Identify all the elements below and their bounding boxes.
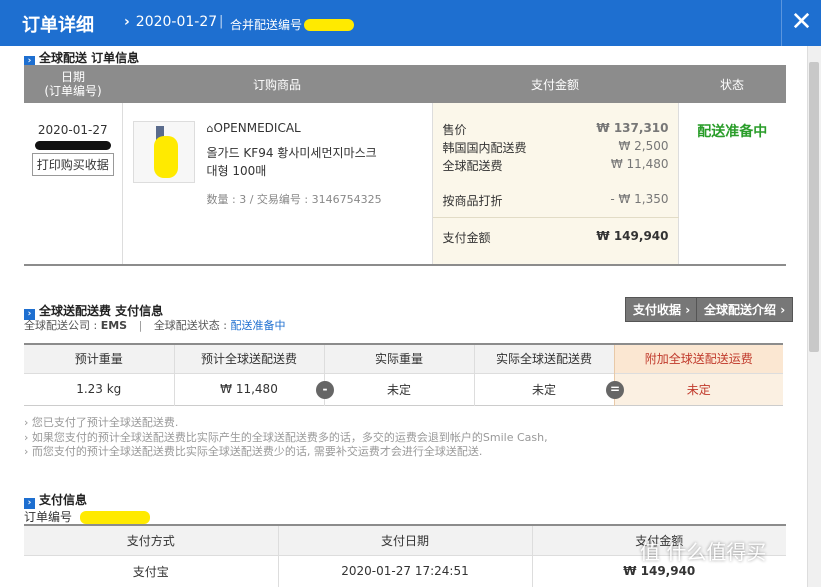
product-thumbnail[interactable] (132, 121, 195, 183)
order-table: 日期 (订单编号) 订购商品 支付金额 状态 2020-01-27 打印购买收据… (24, 65, 786, 266)
order-detail-content: › 全球配送 订单信息 日期 (订单编号) 订购商品 支付金额 状态 2020-0… (0, 46, 807, 587)
page-title: 订单详细 (22, 15, 94, 36)
watermark: 值 什么值得买 (640, 540, 767, 564)
header-date: 2020-01-27 (124, 14, 217, 30)
minus-icon: - (316, 381, 334, 399)
pay-method: 支付宝 (24, 555, 279, 587)
shipping-fee-table: 预计重量 预计全球送配送费 实际重量 实际全球送配送费 附加全球送配送运费 1.… (24, 343, 783, 406)
col-extra-fee: 附加全球送配送运费 (613, 344, 783, 373)
total-value: ₩ 149,940 (596, 229, 669, 243)
discount-value: - ₩ 1,350 (610, 192, 669, 206)
merge-number-label: 合并配送编号 (230, 16, 355, 33)
payment-order-number: 订单编号 (24, 508, 150, 525)
redaction-mark (34, 141, 111, 150)
global-shipping-label: 全球配送费 (442, 159, 503, 173)
shipping-status: 配送准备中 (230, 319, 286, 332)
equals-icon: = (606, 381, 624, 399)
shipping-company: EMS (100, 319, 128, 332)
total-divider (432, 217, 679, 218)
col-status: 状态 (719, 77, 744, 92)
actual-weight: 未定 (324, 373, 475, 405)
redaction-mark (79, 511, 150, 524)
header-divider: | (219, 14, 224, 29)
col-product: 订购商品 (252, 77, 301, 92)
actual-fee: 未定 (531, 382, 556, 397)
price-breakdown: 售价 ₩ 137,310 韩国国内配送费 ₩ 2,500 全球配送费 ₩ 11,… (443, 121, 669, 209)
discount-label: 按商品打折 (442, 194, 503, 208)
redaction-mark (153, 136, 178, 178)
col-est-fee: 预计全球送配送费 (174, 344, 325, 373)
est-weight: 1.23 kg (24, 373, 175, 405)
pay-date: 2020-01-27 17:24:51 (278, 555, 533, 587)
est-fee: ₩ 11,480 (174, 373, 325, 405)
payment-receipt-button[interactable]: 支付收据 › (625, 297, 699, 322)
extra-fee: 未定 (613, 373, 783, 405)
col-est-weight: 预计重量 (24, 344, 175, 373)
col-date: 日期 (订单编号) (44, 70, 102, 98)
scrollbar-thumb[interactable] (809, 62, 819, 352)
order-status: 配送准备中 (697, 124, 768, 140)
kr-shipping-label: 韩国国内配送费 (442, 141, 527, 155)
print-receipt-button[interactable]: 打印购买收据 (31, 153, 114, 176)
shipping-note: 而您支付的预计全球送配送费比实际全球送配送费少的话, 需要补交运费才会进行全球送… (24, 443, 483, 459)
col-amount: 支付金额 (530, 77, 579, 92)
product-meta: 数量 : 3 / 交易编号 : 3146754325 (206, 193, 382, 206)
price-label: 售价 (442, 123, 467, 137)
order-row: 2020-01-27 打印购买收据 ⌂OPENMEDICAL 올가드 KF94 … (24, 103, 786, 265)
total-row: 支付金额 ₩ 149,940 (443, 229, 669, 246)
redaction-mark (304, 19, 355, 31)
order-date: 2020-01-27 (37, 123, 108, 137)
price-value: ₩ 137,310 (596, 121, 669, 135)
close-button[interactable]: ✕ (781, 0, 821, 46)
col-pay-method: 支付方式 (24, 525, 279, 555)
title-bar: 订单详细 2020-01-27 | 合并配送编号 ✕ (0, 0, 821, 46)
col-actual-fee: 实际全球送配送费 (495, 352, 592, 367)
shipping-info-line: 全球配送公司 : EMS | 全球配送状态 : 配送准备中 (24, 319, 286, 332)
col-pay-date: 支付日期 (278, 525, 533, 555)
product-name[interactable]: 올가드 KF94 황사미세먼지마스크 대형 100매 (207, 144, 387, 180)
close-icon: ✕ (790, 7, 813, 37)
global-shipping-intro-button[interactable]: 全球配送介绍 › (696, 297, 794, 322)
shipping-note: 您已支付了预计全球送配送费. (24, 414, 179, 430)
kr-shipping-value: ₩ 2,500 (618, 139, 669, 153)
col-actual-weight: 实际重量 (324, 344, 475, 373)
seller-name[interactable]: ⌂OPENMEDICAL (207, 121, 301, 135)
total-label: 支付金额 (442, 231, 491, 245)
payment-section-title: › 支付信息 (24, 491, 87, 509)
global-shipping-value: ₩ 11,480 (610, 157, 669, 171)
